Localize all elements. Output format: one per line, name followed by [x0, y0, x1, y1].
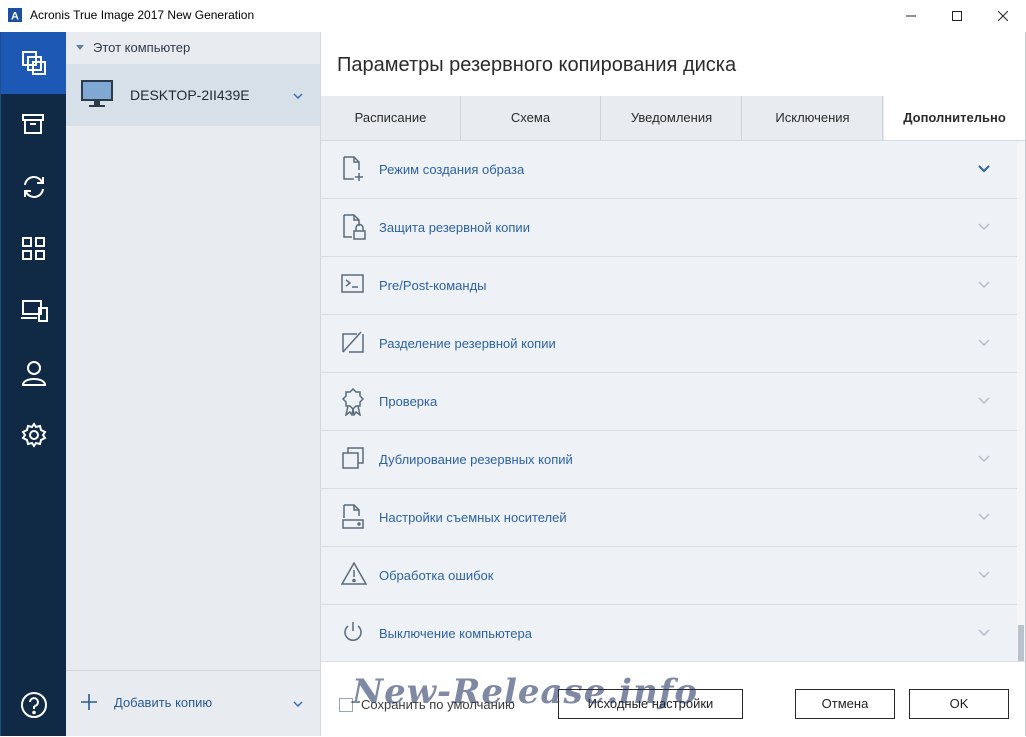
sidebar-group-header[interactable]: Этот компьютер [76, 40, 190, 55]
option-label: Обработка ошибок [379, 568, 494, 583]
option-row-shutdown[interactable]: Выключение компьютера [321, 605, 1017, 661]
window-title: Acronis True Image 2017 New Generation [30, 8, 255, 22]
chevron-down-icon[interactable] [293, 93, 303, 99]
file-add-icon [343, 156, 363, 181]
nav-tools[interactable] [1, 218, 66, 280]
dialog-footer: Сохранить по умолчанию Исходные настройк… [321, 661, 1025, 737]
tab-exclusions[interactable]: Исключения [743, 96, 883, 140]
ok-button[interactable]: OK [909, 689, 1009, 719]
chevron-down-icon[interactable] [293, 701, 303, 707]
backup-sidebar: Этот компьютер DESKTOP-2II439E Добавить … [66, 32, 321, 736]
backup-copies-icon [22, 51, 46, 75]
save-default-label[interactable]: Сохранить по умолчанию [361, 697, 515, 712]
minimize-icon [906, 15, 916, 17]
option-label: Выключение компьютера [379, 626, 532, 641]
terminal-icon [341, 274, 364, 293]
tab-scheme[interactable]: Схема [461, 96, 601, 140]
add-backup-label: Добавить копию [114, 695, 213, 710]
nav-backup[interactable] [1, 32, 66, 94]
archive-icon [22, 114, 44, 134]
option-row-splitting[interactable]: Разделение резервной копии [321, 315, 1017, 373]
monitor-icon [81, 80, 113, 107]
option-row-protection[interactable]: Защита резервной копии [321, 199, 1017, 257]
devices-icon [21, 300, 48, 322]
scrollbar-thumb[interactable] [1018, 625, 1024, 661]
acronis-logo-icon: A [8, 8, 22, 22]
option-label: Режим создания образа [379, 162, 525, 177]
removable-drive-icon [342, 504, 364, 529]
settings-panel: Параметры резервного копирования диска Р… [321, 32, 1025, 737]
nav-help[interactable] [1, 674, 66, 736]
option-label: Проверка [379, 394, 438, 409]
collapse-triangle-icon [76, 45, 84, 50]
minimize-button[interactable] [888, 0, 934, 32]
sidebar-item-desktop[interactable]: DESKTOP-2II439E [66, 64, 320, 126]
option-label: Дублирование резервных копий [379, 452, 573, 467]
maximize-icon [952, 11, 962, 21]
chevron-down-icon [978, 397, 990, 405]
chevron-down-icon [978, 281, 990, 289]
chevron-down-icon [978, 629, 990, 637]
chevron-down-icon [978, 339, 990, 347]
options-scrollbar[interactable] [1017, 141, 1025, 661]
nav-account[interactable] [1, 342, 66, 404]
nav-devices[interactable] [1, 280, 66, 342]
option-row-validation[interactable]: Проверка [321, 373, 1017, 431]
option-row-removable-media[interactable]: Настройки съемных носителей [321, 489, 1017, 547]
option-label: Разделение резервной копии [379, 336, 556, 351]
chevron-down-icon [978, 455, 990, 463]
nav-settings[interactable] [1, 404, 66, 466]
duplicate-icon [342, 447, 364, 469]
nav-sync[interactable] [1, 156, 66, 218]
option-row-commands[interactable]: Pre/Post-команды [321, 257, 1017, 315]
main-nav-bar [1, 32, 66, 736]
option-label: Защита резервной копии [379, 220, 530, 235]
maximize-button[interactable] [934, 0, 980, 32]
account-icon [21, 361, 47, 386]
close-icon [998, 11, 1008, 21]
tab-notifications[interactable]: Уведомления [602, 96, 742, 140]
chevron-down-icon [978, 165, 990, 173]
option-row-image-mode[interactable]: Режим создания образа [321, 141, 1017, 199]
cancel-button[interactable]: Отмена [795, 689, 895, 719]
power-icon [344, 622, 362, 641]
nav-archive[interactable] [1, 94, 66, 156]
reset-defaults-button[interactable]: Исходные настройки [558, 689, 743, 719]
warning-icon [341, 562, 367, 585]
badge-icon [341, 388, 365, 416]
tab-schedule[interactable]: Расписание [321, 96, 461, 140]
file-lock-icon [343, 214, 366, 240]
option-row-replication[interactable]: Дублирование резервных копий [321, 431, 1017, 489]
tools-grid-icon [22, 237, 45, 260]
advanced-options-list: Режим создания образа Защита резервной к… [321, 141, 1017, 661]
svg-text:A: A [11, 11, 19, 23]
split-icon [342, 331, 364, 353]
sidebar-group-title: Этот компьютер [93, 40, 191, 55]
chevron-down-icon [978, 571, 990, 579]
page-title: Параметры резервного копирования диска [337, 54, 737, 76]
add-backup-bar[interactable]: Добавить копию [66, 670, 320, 737]
help-icon [21, 692, 47, 718]
option-row-error-handling[interactable]: Обработка ошибок [321, 547, 1017, 605]
option-label: Настройки съемных носителей [379, 510, 567, 525]
tab-advanced[interactable]: Дополнительно [884, 96, 1025, 140]
sidebar-item-label: DESKTOP-2II439E [130, 87, 250, 103]
settings-icon [21, 422, 47, 448]
close-button[interactable] [980, 0, 1026, 32]
sync-icon [24, 176, 44, 198]
title-bar: A Acronis True Image 2017 New Generation [0, 0, 1026, 32]
chevron-down-icon [978, 223, 990, 231]
save-default-checkbox[interactable] [339, 698, 353, 712]
chevron-down-icon [978, 513, 990, 521]
tab-bar: Расписание Схема Уведомления Исключения … [321, 96, 1025, 141]
option-label: Pre/Post-команды [379, 278, 487, 293]
plus-icon [81, 694, 97, 710]
